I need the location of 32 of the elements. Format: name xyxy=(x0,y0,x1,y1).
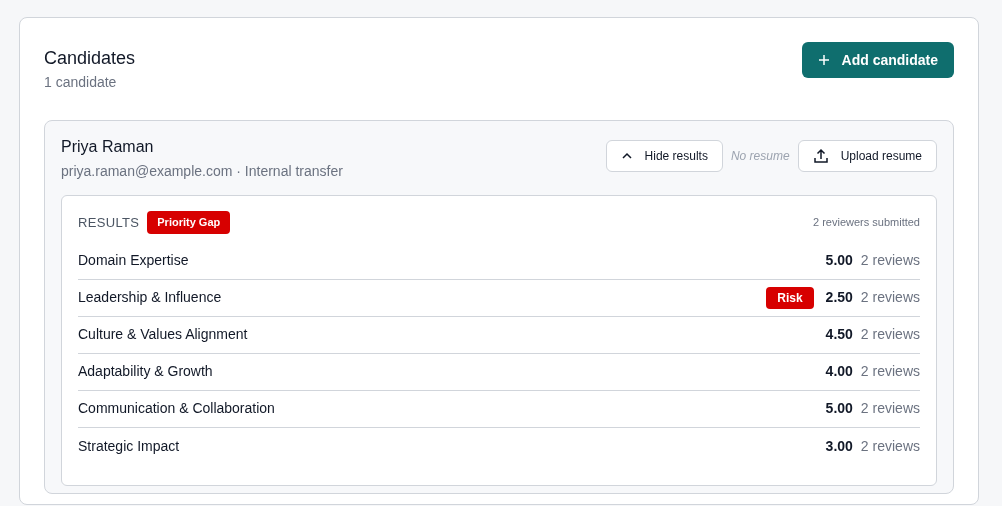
candidate-count: 1 candidate xyxy=(44,73,118,92)
upload-icon xyxy=(812,148,829,164)
review-count: 2 reviews xyxy=(860,362,920,381)
review-count: 2 reviews xyxy=(860,251,920,270)
plus-icon xyxy=(817,54,830,66)
criterion-name: Strategic Impact xyxy=(78,436,181,456)
score: 2.50 xyxy=(825,288,853,307)
criterion-name: Domain Expertise xyxy=(78,251,190,270)
review-count: 2 reviews xyxy=(860,436,920,456)
score: 4.50 xyxy=(825,325,853,344)
score: 4.00 xyxy=(825,362,853,381)
candidate-details: priya.raman@example.com · Internal transfer xyxy=(61,162,343,181)
priority-gap-badge: Priority Gap xyxy=(147,211,231,234)
review-count: 2 reviews xyxy=(860,288,920,307)
resume-status: No resume xyxy=(730,148,790,165)
upload-resume-button[interactable]: Upload resume xyxy=(797,140,937,172)
hide-results-button[interactable]: Hide results xyxy=(605,140,723,172)
risk-badge: Risk xyxy=(766,286,814,309)
criterion-name: Culture & Values Alignment xyxy=(78,325,249,344)
add-candidate-button[interactable]: Add candidate xyxy=(801,42,954,78)
candidate-name: Priya Raman xyxy=(61,137,155,157)
score: 5.00 xyxy=(825,251,853,270)
review-count: 2 reviews xyxy=(860,325,920,344)
score: 3.00 xyxy=(825,436,853,456)
criterion-name: Leadership & Influence xyxy=(78,288,223,307)
section-title: Candidates xyxy=(44,47,136,70)
criterion-name: Communication & Collaboration xyxy=(78,399,276,418)
reviewers-count: 2 reviewers submitted xyxy=(813,215,920,230)
review-count: 2 reviews xyxy=(860,399,920,418)
criterion-name: Adaptability & Growth xyxy=(78,362,214,381)
results-label: RESULTS xyxy=(78,213,140,232)
score: 5.00 xyxy=(825,399,853,418)
